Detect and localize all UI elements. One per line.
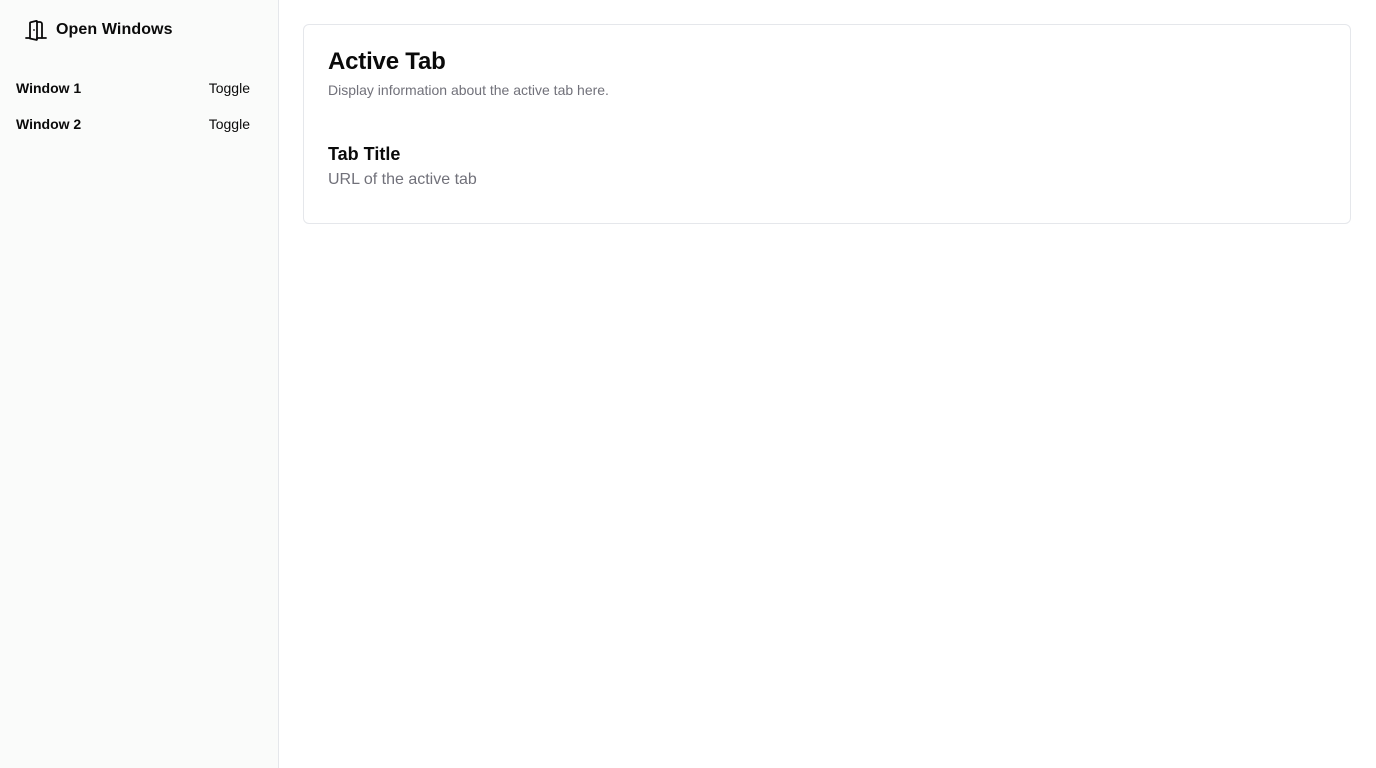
window-row: Window 2 Toggle	[0, 106, 278, 142]
window-name: Window 1	[16, 80, 82, 96]
window-row: Window 1 Toggle	[0, 70, 278, 106]
card-title: Active Tab	[328, 48, 446, 75]
sidebar: Open Windows Window 1 Toggle Window 2 To…	[0, 0, 279, 768]
toggle-button[interactable]: Toggle	[209, 80, 250, 96]
sidebar-title: Open Windows	[56, 21, 173, 38]
window-list: Window 1 Toggle Window 2 Toggle	[0, 70, 278, 142]
tab-url: URL of the active tab	[328, 171, 477, 188]
app-root: Open Windows Window 1 Toggle Window 2 To…	[0, 0, 1376, 768]
toggle-button[interactable]: Toggle	[209, 116, 250, 132]
main-content: Active Tab Display information about the…	[279, 0, 1376, 768]
sidebar-header: Open Windows	[0, 0, 278, 45]
window-name: Window 2	[16, 116, 82, 132]
door-open-icon	[24, 18, 48, 42]
tab-title: Tab Title	[328, 144, 401, 164]
card-description: Display information about the active tab…	[328, 82, 609, 98]
active-tab-card: Active Tab Display information about the…	[303, 24, 1351, 224]
